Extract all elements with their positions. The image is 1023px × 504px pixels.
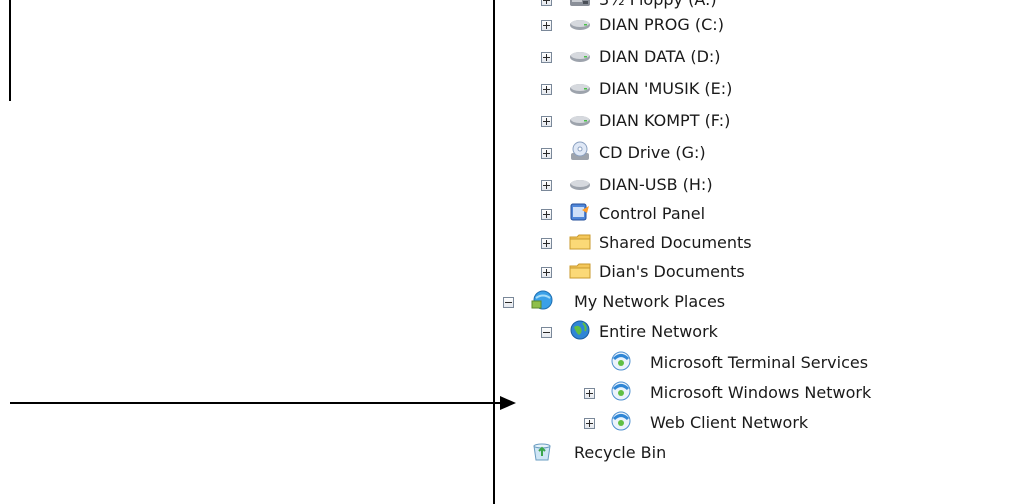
tree-item-label: Microsoft Windows Network — [650, 383, 872, 402]
tree-item-label: Control Panel — [599, 204, 706, 223]
tree-item-label: Entire Network — [599, 322, 718, 341]
network-service-icon — [610, 410, 632, 432]
folder-icon — [569, 231, 591, 253]
tree-item-label: DIAN DATA (D:) — [599, 47, 721, 66]
expand-icon[interactable] — [541, 238, 552, 249]
expand-icon[interactable] — [541, 20, 552, 31]
tree-item-label: Microsoft Terminal Services — [650, 353, 869, 372]
tree-item-label: 3½ Floppy (A:) — [599, 0, 717, 10]
expand-icon[interactable] — [541, 209, 552, 220]
network-service-icon — [610, 350, 632, 372]
tree-item-label: DIAN-USB (H:) — [599, 175, 713, 194]
globe-icon — [569, 319, 591, 341]
tree-item-label: Shared Documents — [599, 233, 752, 252]
hard-drive-icon — [569, 110, 591, 132]
tree-item-label: My Network Places — [574, 292, 726, 311]
tree-item-label: DIAN 'MUSIK (E:) — [599, 79, 733, 98]
expand-icon[interactable] — [541, 0, 552, 6]
expand-icon[interactable] — [541, 148, 552, 159]
expand-icon[interactable] — [541, 84, 552, 95]
expand-icon[interactable] — [584, 388, 595, 399]
expand-icon[interactable] — [584, 418, 595, 429]
tree-item-label: DIAN PROG (C:) — [599, 15, 724, 34]
folder-icon — [569, 260, 591, 282]
recycle-bin-icon — [531, 440, 553, 462]
expand-icon[interactable] — [541, 116, 552, 127]
network-places-icon — [531, 289, 553, 311]
control-panel-icon — [569, 201, 591, 223]
network-service-icon — [610, 380, 632, 402]
expand-icon[interactable] — [541, 267, 552, 278]
collapse-icon[interactable] — [541, 327, 552, 338]
expand-icon[interactable] — [541, 180, 552, 191]
usb-drive-icon — [569, 174, 591, 196]
tree-item-label: Recycle Bin — [574, 443, 667, 462]
hard-drive-icon — [569, 14, 591, 36]
cd-drive-icon — [569, 140, 591, 162]
hard-drive-icon — [569, 46, 591, 68]
folder-tree: 3½ Floppy (A:) DIAN PROG (C:) DIAN DATA … — [0, 0, 1023, 504]
collapse-icon[interactable] — [503, 297, 514, 308]
floppy-drive-icon — [569, 0, 591, 11]
tree-item-label: CD Drive (G:) — [599, 143, 706, 162]
tree-item-label: Web Client Network — [650, 413, 809, 432]
expand-icon[interactable] — [541, 52, 552, 63]
tree-item-label: Dian's Documents — [599, 262, 745, 281]
tree-item-label: DIAN KOMPT (F:) — [599, 111, 731, 130]
hard-drive-icon — [569, 78, 591, 100]
